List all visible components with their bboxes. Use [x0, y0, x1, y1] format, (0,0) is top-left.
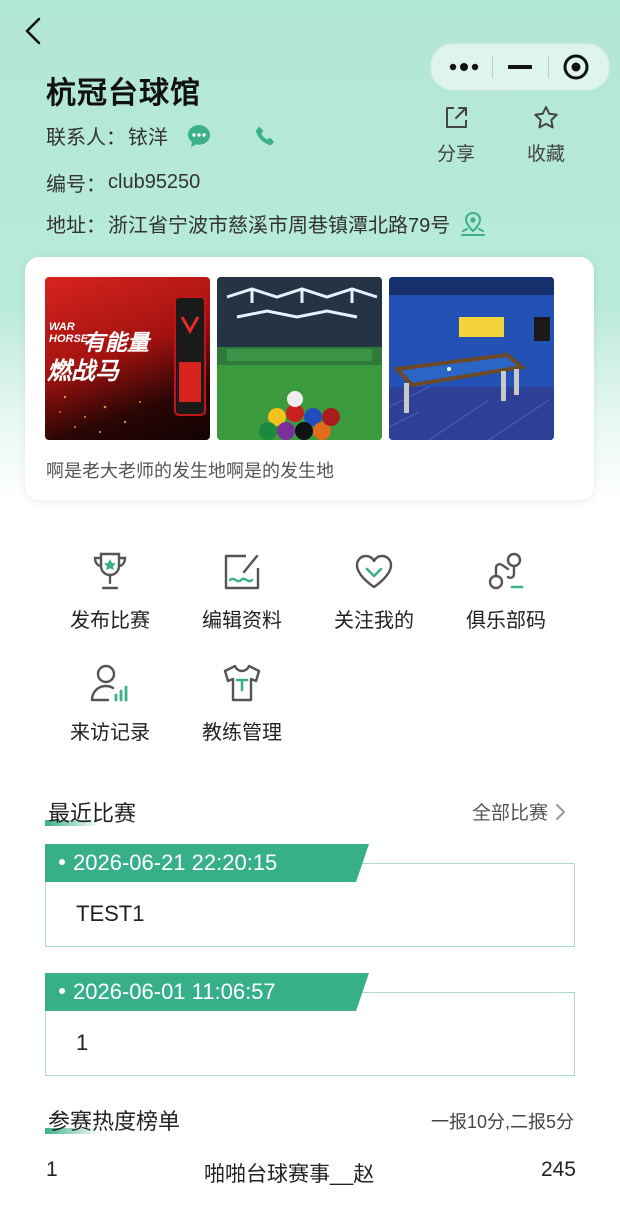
ranking-title: 参赛热度榜单	[48, 1109, 181, 1134]
match-time-tag: 2026-06-01 11:06:57	[45, 973, 369, 1011]
mini-program-capsule	[430, 43, 610, 91]
menu-label: 教练管理	[202, 722, 282, 744]
close-target-icon[interactable]	[547, 44, 605, 90]
minimize-icon[interactable]	[491, 44, 549, 90]
menu-club-code[interactable]: 俱乐部码	[446, 546, 566, 633]
rank-name: 啪啪台球赛事__赵	[204, 1163, 375, 1186]
recent-matches-title: 最近比赛	[48, 801, 137, 826]
menu-visit-records[interactable]: 来访记录	[50, 658, 170, 745]
address-value: 浙江省宁波市慈溪市周巷镇潭北路79号	[108, 215, 451, 237]
contact-row: 联系人： 铱洋	[46, 121, 276, 150]
chat-icon[interactable]	[186, 123, 212, 149]
favorite-button[interactable]: 收藏	[516, 104, 576, 166]
menu-label: 编辑资料	[202, 610, 282, 632]
chevron-right-icon	[556, 803, 565, 820]
rank-number: 1	[46, 1158, 58, 1181]
menu-label: 发布比赛	[70, 610, 150, 632]
match-card[interactable]: 2026-06-01 11:06:57 1	[45, 973, 575, 1076]
contact-name: 铱洋	[128, 127, 168, 149]
club-description: 啊是老大老师的发生地啊是的发生地	[46, 461, 334, 481]
gallery-card: WAR HORSE 有能量 燃战马 啊是老大老师的发生地啊是的发生地	[25, 257, 594, 500]
bullet-dot	[59, 988, 65, 995]
share-label: 分享	[436, 144, 475, 165]
trophy-icon	[93, 552, 127, 590]
number-value: club95250	[108, 171, 201, 193]
club-home-page: 杭冠台球馆 联系人： 铱洋 编号： club95250 地址： 浙江省宁波市慈溪…	[0, 0, 620, 1218]
menu-label: 关注我的	[334, 610, 414, 632]
match-name: 1	[76, 1030, 89, 1055]
back-arrow-icon[interactable]	[22, 16, 48, 46]
star-icon	[534, 106, 558, 129]
more-dots-icon[interactable]	[435, 44, 493, 90]
tshirt-icon	[223, 664, 261, 702]
menu-edit-profile[interactable]: 编辑资料	[182, 546, 302, 633]
phone-icon[interactable]	[254, 125, 276, 147]
share-icon	[446, 107, 467, 128]
ad-slogan-2: 燃战马	[47, 358, 119, 385]
location-pin-icon[interactable]	[460, 211, 486, 237]
heart-icon	[355, 554, 393, 589]
address-label: 地址：	[46, 215, 106, 237]
ranking-score-rule: 一报10分,二报5分	[430, 1112, 574, 1132]
share-button[interactable]: 分享	[426, 104, 486, 166]
number-label: 编号：	[46, 174, 106, 196]
menu-followers[interactable]: 关注我的	[314, 546, 434, 633]
bullet-dot	[59, 859, 65, 866]
match-time: 2026-06-01 11:06:57	[73, 979, 276, 1004]
match-time-tag: 2026-06-21 22:20:15	[45, 844, 369, 882]
club-code-icon	[488, 552, 524, 590]
match-name: TEST1	[76, 901, 145, 926]
match-time: 2026-06-21 22:20:15	[73, 850, 278, 875]
address-row: 地址： 浙江省宁波市慈溪市周巷镇潭北路79号	[46, 209, 486, 238]
number-row: 编号： club95250	[46, 168, 200, 197]
billiard-hall-photo[interactable]	[217, 277, 382, 440]
menu-label: 俱乐部码	[466, 610, 546, 632]
rank-score: 245	[540, 1158, 576, 1181]
menu-label: 来访记录	[70, 722, 150, 744]
pool-table-photo[interactable]	[389, 277, 554, 440]
menu-publish-match[interactable]: 发布比赛	[50, 546, 170, 633]
contact-label: 联系人：	[46, 127, 126, 149]
all-matches-label: 全部比赛	[471, 803, 548, 824]
menu-coach-management[interactable]: 教练管理	[182, 658, 302, 745]
club-name: 杭冠台球馆	[46, 77, 201, 110]
match-card[interactable]: 2026-06-21 22:20:15 TEST1	[45, 844, 575, 947]
all-matches-link[interactable]: 全部比赛	[472, 798, 568, 825]
visitor-icon	[90, 664, 128, 702]
ad-photo[interactable]: WAR HORSE 有能量 燃战马	[45, 277, 210, 440]
edit-icon	[224, 554, 260, 590]
favorite-label: 收藏	[526, 144, 565, 165]
